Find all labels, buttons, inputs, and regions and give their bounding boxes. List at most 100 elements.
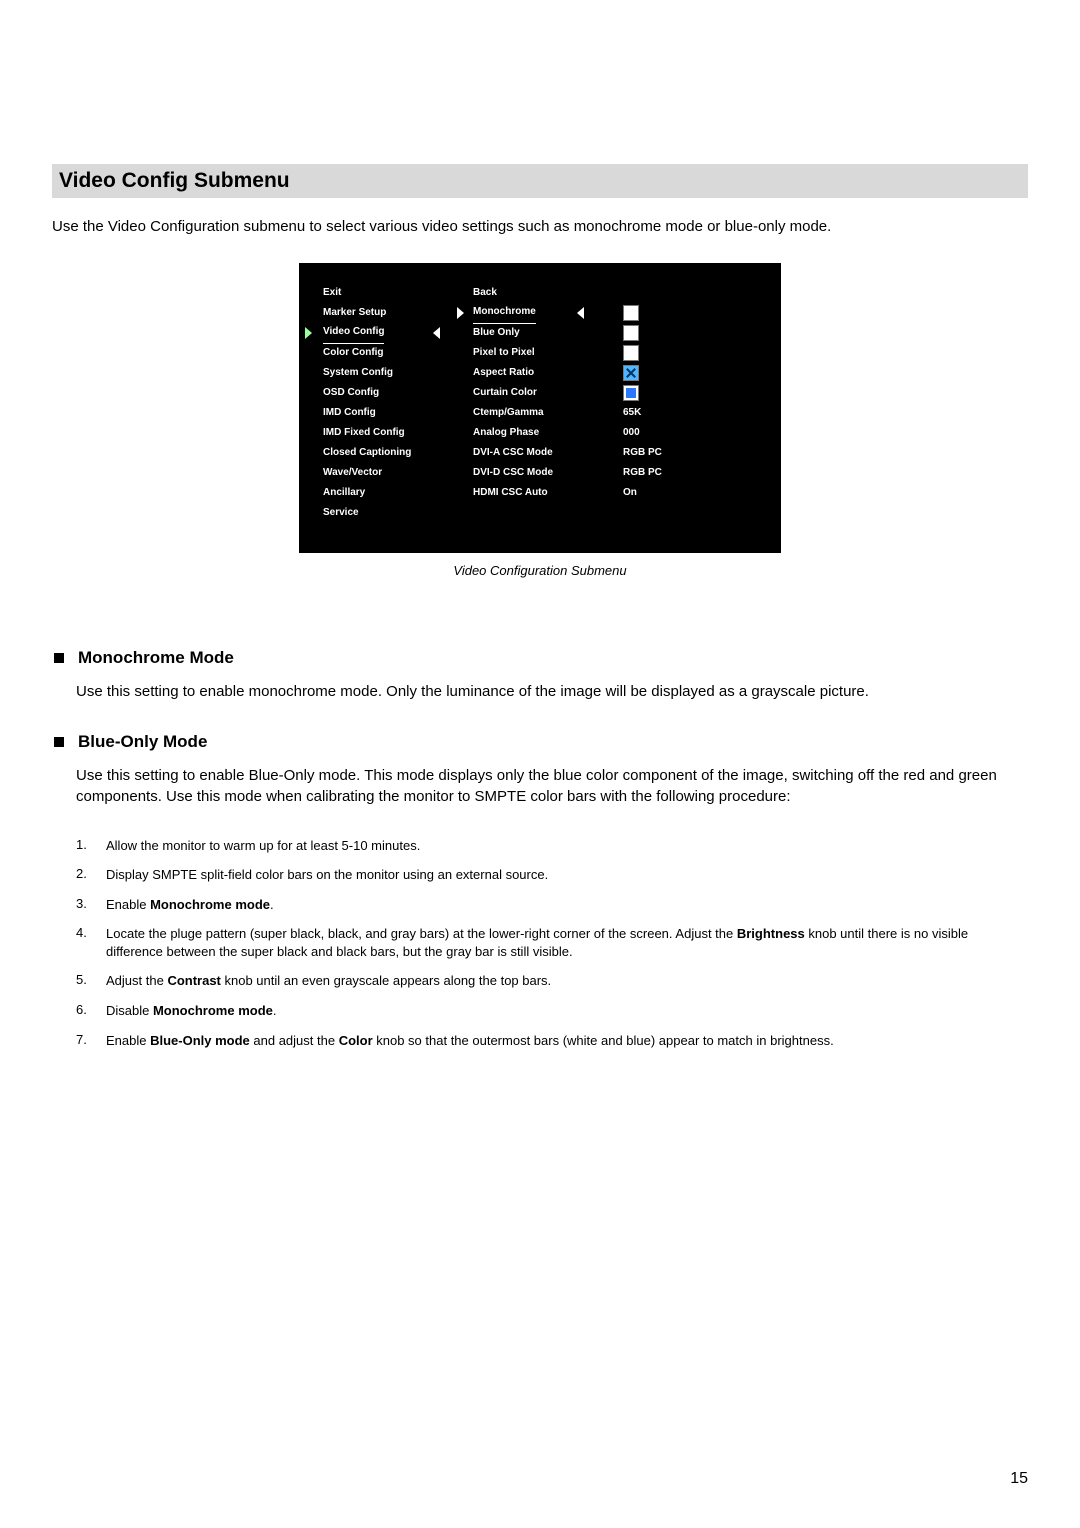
osd-left-item: Closed Captioning bbox=[323, 443, 411, 463]
osd-left-col: Marker Setup bbox=[323, 303, 473, 323]
osd-row: OSD Config Curtain Color bbox=[323, 383, 753, 403]
square-bullet-icon bbox=[54, 653, 64, 663]
osd-left-item-selected: Video Config bbox=[323, 322, 384, 344]
osd-left-item: Exit bbox=[323, 283, 341, 303]
osd-mid-col: Analog Phase bbox=[473, 423, 623, 443]
subsection-body: Use this setting to enable monochrome mo… bbox=[76, 682, 1028, 702]
osd-left-item: IMD Fixed Config bbox=[323, 423, 405, 443]
osd-mid-col: Blue Only bbox=[473, 323, 623, 343]
osd-value-col bbox=[623, 323, 713, 343]
subsection-heading-row: Monochrome Mode bbox=[52, 648, 1028, 668]
list-item: 4.Locate the pluge pattern (super black,… bbox=[76, 925, 1028, 960]
osd-mid-col: Back bbox=[473, 283, 623, 303]
osd-left-col: Ancillary bbox=[323, 483, 473, 503]
checkbox-icon bbox=[623, 365, 639, 381]
osd-left-col: IMD Fixed Config bbox=[323, 423, 473, 443]
osd-value-text: 000 bbox=[623, 423, 640, 443]
osd-row: IMD Config Ctemp/Gamma 65K bbox=[323, 403, 753, 423]
procedure-list: 1.Allow the monitor to warm up for at le… bbox=[76, 837, 1028, 1049]
checkbox-icon bbox=[623, 345, 639, 361]
osd-value-col: 000 bbox=[623, 423, 713, 443]
triangle-right-icon bbox=[457, 307, 464, 319]
triangle-right-icon bbox=[305, 327, 312, 339]
checkbox-icon bbox=[623, 385, 639, 401]
list-item-number: 3. bbox=[76, 896, 106, 911]
list-item-text: Display SMPTE split-field color bars on … bbox=[106, 866, 1028, 884]
osd-left-col: IMD Config bbox=[323, 403, 473, 423]
osd-value-col bbox=[623, 503, 713, 523]
osd-mid-col: Monochrome bbox=[473, 303, 623, 323]
list-item-number: 6. bbox=[76, 1002, 106, 1017]
osd-mid-item: Ctemp/Gamma bbox=[473, 403, 544, 423]
osd-left-col: System Config bbox=[323, 363, 473, 383]
osd-mid-item: Aspect Ratio bbox=[473, 363, 534, 383]
list-item-text: Locate the pluge pattern (super black, b… bbox=[106, 925, 1028, 960]
osd-mid-item: Analog Phase bbox=[473, 423, 539, 443]
osd-left-item: IMD Config bbox=[323, 403, 376, 423]
osd-mid-item: DVI-A CSC Mode bbox=[473, 443, 553, 463]
intro-paragraph: Use the Video Configuration submenu to s… bbox=[52, 218, 1028, 235]
osd-value-col: RGB PC bbox=[623, 443, 713, 463]
osd-figure: ExitBackMarker SetupMonochromeVideo Conf… bbox=[52, 263, 1028, 578]
list-item: 7.Enable Blue-Only mode and adjust the C… bbox=[76, 1032, 1028, 1050]
osd-value-col bbox=[623, 363, 713, 383]
osd-row: Marker Setup Monochrome bbox=[323, 303, 753, 323]
osd-left-col: OSD Config bbox=[323, 383, 473, 403]
osd-row: IMD Fixed Config Analog Phase 000 bbox=[323, 423, 753, 443]
osd-left-item: OSD Config bbox=[323, 383, 379, 403]
osd-mid-col bbox=[473, 503, 623, 523]
osd-mid-col: Aspect Ratio bbox=[473, 363, 623, 383]
list-item-number: 1. bbox=[76, 837, 106, 852]
osd-mid-col: HDMI CSC Auto bbox=[473, 483, 623, 503]
osd-left-col: Exit bbox=[323, 283, 473, 303]
subsection-heading-row: Blue-Only Mode bbox=[52, 732, 1028, 752]
osd-mid-item-selected: Monochrome bbox=[473, 302, 536, 324]
section-heading-bar: Video Config Submenu bbox=[52, 164, 1028, 198]
square-bullet-icon bbox=[54, 737, 64, 747]
osd-mid-item: Curtain Color bbox=[473, 383, 537, 403]
osd-mid-col: DVI-D CSC Mode bbox=[473, 463, 623, 483]
osd-value-col bbox=[623, 343, 713, 363]
osd-value-col: On bbox=[623, 483, 713, 503]
checkbox-icon bbox=[623, 305, 639, 321]
osd-row: Exit Back bbox=[323, 283, 753, 303]
subsection-heading: Blue-Only Mode bbox=[78, 732, 207, 752]
osd-row: Video Config Blue Only bbox=[323, 323, 753, 343]
osd-value-col: 65K bbox=[623, 403, 713, 423]
list-item-text: Disable Monochrome mode. bbox=[106, 1002, 1028, 1020]
osd-menu-screenshot: ExitBackMarker SetupMonochromeVideo Conf… bbox=[299, 263, 781, 553]
triangle-left-icon bbox=[433, 327, 440, 339]
osd-value-col: RGB PC bbox=[623, 463, 713, 483]
osd-row: System ConfigAspect Ratio bbox=[323, 363, 753, 383]
osd-mid-item: DVI-D CSC Mode bbox=[473, 463, 553, 483]
list-item-text: Adjust the Contrast knob until an even g… bbox=[106, 972, 1028, 990]
osd-mid-item: Back bbox=[473, 283, 497, 303]
osd-left-item: Ancillary bbox=[323, 483, 365, 503]
list-item-number: 2. bbox=[76, 866, 106, 881]
osd-left-col: Video Config bbox=[323, 323, 473, 343]
osd-left-item: Wave/Vector bbox=[323, 463, 382, 483]
list-item-number: 5. bbox=[76, 972, 106, 987]
osd-row: Ancillary HDMI CSC Auto On bbox=[323, 483, 753, 503]
osd-left-item: Color Config bbox=[323, 343, 384, 363]
list-item: 5.Adjust the Contrast knob until an even… bbox=[76, 972, 1028, 990]
list-item: 1.Allow the monitor to warm up for at le… bbox=[76, 837, 1028, 855]
osd-mid-col: DVI-A CSC Mode bbox=[473, 443, 623, 463]
osd-value-text: 65K bbox=[623, 403, 641, 423]
osd-mid-item: HDMI CSC Auto bbox=[473, 483, 548, 503]
list-item-number: 4. bbox=[76, 925, 106, 940]
osd-left-item: Marker Setup bbox=[323, 303, 386, 323]
osd-left-col: Wave/Vector bbox=[323, 463, 473, 483]
osd-mid-col: Pixel to Pixel bbox=[473, 343, 623, 363]
list-item-number: 7. bbox=[76, 1032, 106, 1047]
osd-mid-item: Blue Only bbox=[473, 323, 520, 343]
osd-left-col: Service bbox=[323, 503, 473, 523]
osd-value-col bbox=[623, 303, 713, 323]
list-item-text: Enable Blue-Only mode and adjust the Col… bbox=[106, 1032, 1028, 1050]
osd-left-col: Color Config bbox=[323, 343, 473, 363]
osd-value-text: On bbox=[623, 483, 637, 503]
osd-row: Color Config Pixel to Pixel bbox=[323, 343, 753, 363]
osd-mid-item: Pixel to Pixel bbox=[473, 343, 535, 363]
subsection-heading: Monochrome Mode bbox=[78, 648, 234, 668]
osd-value-text: RGB PC bbox=[623, 443, 662, 463]
